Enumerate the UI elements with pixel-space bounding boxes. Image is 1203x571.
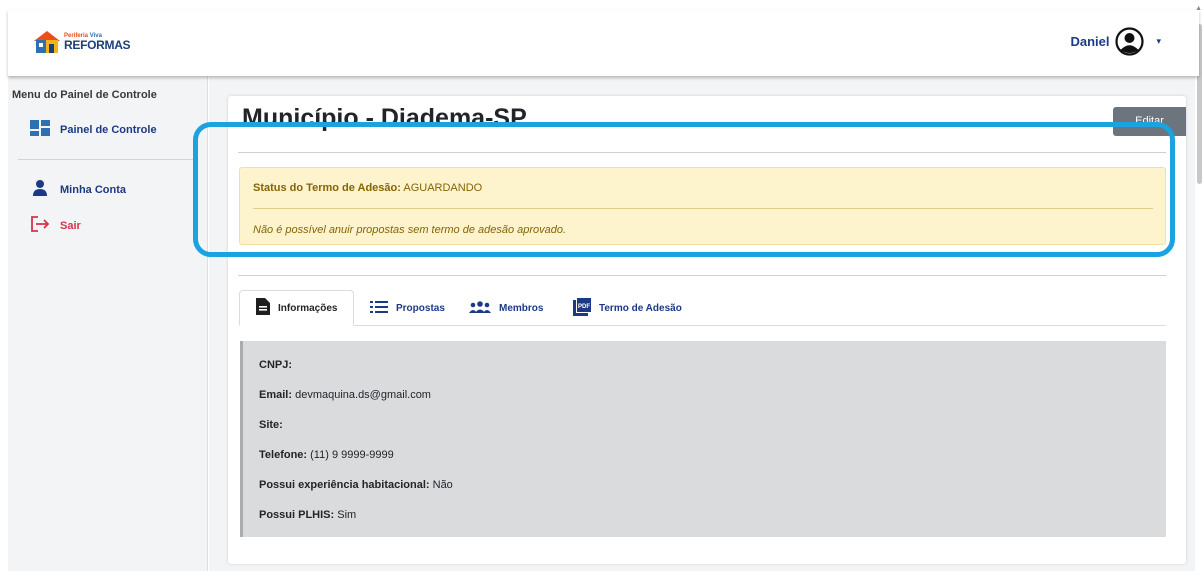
tab-label: Termo de Adesão [599, 302, 682, 314]
info-value: (11) 9 9999-9999 [310, 449, 394, 461]
top-navbar: Periferia Viva REFORMAS Daniel ▾ [8, 10, 1199, 76]
info-telefone: Telefone: (11) 9 9999-9999 [259, 449, 394, 461]
divider [238, 275, 1166, 276]
tab-label: Propostas [396, 302, 445, 314]
user-menu[interactable]: Daniel ▾ [1070, 27, 1161, 56]
info-email: Email: devmaquina.ds@gmail.com [259, 389, 431, 401]
tab-label: Informações [278, 302, 338, 314]
sidebar-item-dashboard[interactable]: Painel de Controle [30, 120, 157, 139]
sidebar-item-label: Sair [60, 219, 81, 232]
alert-status-label: Status do Termo de Adesão: [253, 182, 401, 194]
info-label: CNPJ: [259, 359, 293, 371]
tab-bar: Informações Propostas Membros PDF Termo … [239, 290, 1166, 326]
logout-icon [30, 216, 50, 235]
page-scrollbar[interactable]: ▲ [1195, 0, 1203, 571]
chevron-down-icon: ▾ [1156, 36, 1161, 46]
sidebar-title: Menu do Painel de Controle [12, 89, 157, 101]
user-name: Daniel [1070, 34, 1110, 49]
avatar-icon [1115, 27, 1145, 56]
info-site: Site: [259, 419, 283, 431]
pdf-icon: PDF [573, 297, 591, 319]
info-experiencia: Possui experiência habitacional: Não [259, 479, 453, 491]
dashboard-icon [30, 120, 50, 139]
info-label: Possui PLHIS: [259, 509, 335, 521]
user-icon [30, 180, 50, 199]
sidebar-item-account[interactable]: Minha Conta [30, 180, 126, 199]
info-value: devmaquina.ds@gmail.com [295, 389, 431, 401]
page-title: Município - Diadema-SP [242, 104, 527, 132]
tab-informacoes[interactable]: Informações [239, 290, 354, 326]
logo-line2: REFORMAS [64, 38, 131, 52]
divider [238, 152, 1166, 153]
info-value: Não [432, 479, 453, 491]
municipality-card: Município - Diadema-SP Editar Status do … [228, 96, 1186, 564]
info-panel: CNPJ: Email: devmaquina.ds@gmail.com Sit… [240, 341, 1166, 537]
users-icon [469, 300, 491, 316]
sidebar-item-label: Painel de Controle [60, 123, 157, 136]
sidebar-item-logout[interactable]: Sair [30, 216, 81, 235]
alert-divider [253, 208, 1153, 209]
logo-text: Periferia Viva REFORMAS [64, 33, 131, 52]
tab-propostas[interactable]: Propostas [370, 290, 445, 326]
tab-membros[interactable]: Membros [469, 290, 543, 326]
alert-status-line: Status do Termo de Adesão: AGUARDANDO [253, 182, 482, 194]
info-plhis: Possui PLHIS: Sim [259, 509, 356, 521]
info-label: Site: [259, 419, 283, 431]
alert-message: Não é possível anuir propostas sem termo… [253, 224, 567, 236]
sidebar-item-label: Minha Conta [60, 183, 126, 196]
info-cnpj: CNPJ: [259, 359, 292, 371]
info-label: Possui experiência habitacional: [259, 479, 430, 491]
info-label: Email: [259, 389, 293, 401]
sidebar-divider [18, 159, 198, 160]
app-logo[interactable]: Periferia Viva REFORMAS [32, 27, 131, 57]
tab-label: Membros [499, 302, 544, 314]
house-logo-icon [32, 29, 62, 55]
list-icon [370, 300, 388, 316]
alert-status-value: AGUARDANDO [403, 182, 483, 194]
document-icon [256, 298, 270, 318]
info-label: Telefone: [259, 449, 308, 461]
info-value: Sim [337, 509, 357, 521]
sidebar: Menu do Painel de Controle Painel de Con… [8, 76, 208, 571]
svg-text:PDF: PDF [578, 304, 590, 310]
status-alert: Status do Termo de Adesão: AGUARDANDO Nã… [239, 167, 1166, 245]
edit-button[interactable]: Editar [1113, 107, 1186, 136]
tab-termo-adesao[interactable]: PDF Termo de Adesão [573, 290, 682, 326]
